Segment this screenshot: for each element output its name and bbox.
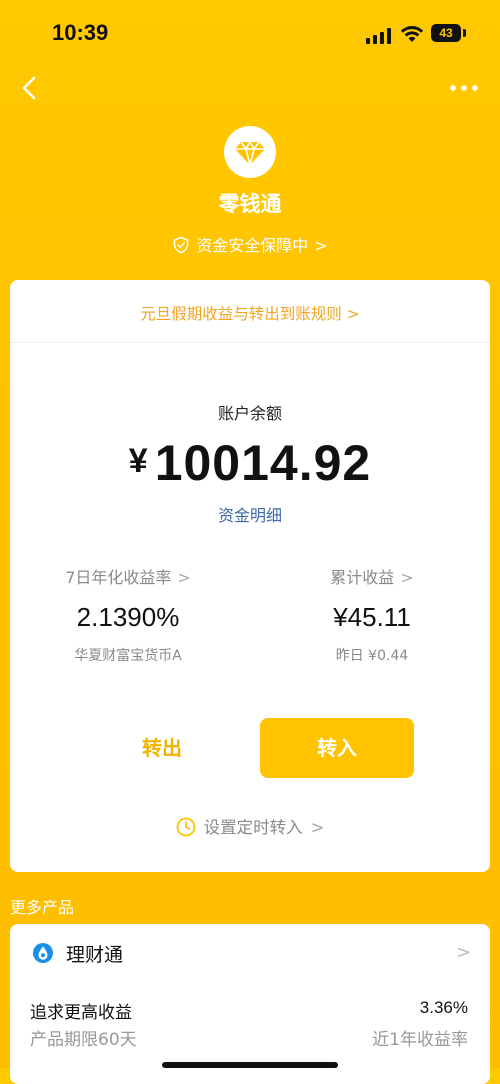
home-indicator[interactable] <box>162 1062 338 1068</box>
safety-text: 资金安全保障中 <box>196 236 309 255</box>
product-card[interactable]: 理财通 > 追求更高收益 3.36% 产品期限60天 近1年收益率 <box>10 924 490 1084</box>
yesterday-earnings: 昨日 ¥0.44 <box>335 648 409 664</box>
fund-details-link[interactable]: 资金明细 <box>10 502 490 526</box>
more-dots-icon[interactable] <box>448 82 480 94</box>
status-bar: 10:39 43 <box>0 0 500 66</box>
battery-tip <box>463 29 466 37</box>
licaitong-icon <box>33 943 53 963</box>
safety-guarantee-link[interactable]: 资金安全保障中 > <box>0 232 500 256</box>
earnings-label-row: 累计收益 > <box>272 564 472 588</box>
chevron-right-icon: > <box>456 942 472 963</box>
chevron-right-icon: > <box>177 568 191 587</box>
yield-stat[interactable]: 7日年化收益率 > 2.1390% 华夏财富宝货币A <box>28 564 228 665</box>
holiday-rules-link[interactable]: 元旦假期收益与转出到账规则 > <box>10 302 490 324</box>
product-rate: 3.36% <box>419 998 468 1017</box>
chevron-right-icon: > <box>310 818 325 837</box>
chevron-right-icon: > <box>400 568 414 587</box>
shield-icon <box>174 236 189 254</box>
currency-symbol: ¥ <box>128 442 149 480</box>
transfer-out-button[interactable]: 转出 <box>80 718 244 778</box>
battery-icon: 43 <box>431 24 461 42</box>
page-title: 零钱通 <box>218 192 282 216</box>
balance-amount: ¥10014.92 <box>10 434 490 492</box>
account-card: 元旦假期收益与转出到账规则 > 账户余额 ¥10014.92 资金明细 7日年化… <box>10 280 490 872</box>
product-name: 理财通 <box>66 944 124 966</box>
chevron-right-icon: > <box>314 236 328 255</box>
cellular-signal-icon <box>366 28 391 44</box>
clock-icon <box>176 817 195 837</box>
yield-label: 7日年化收益率 <box>65 568 172 587</box>
yield-label-row: 7日年化收益率 > <box>28 564 228 588</box>
divider <box>10 342 490 343</box>
fund-name: 华夏财富宝货币A <box>74 648 182 664</box>
back-arrow-icon[interactable] <box>16 74 44 102</box>
product-rate-label: 近1年收益率 <box>372 1030 468 1050</box>
more-products-heading: 更多产品 <box>10 898 75 917</box>
transfer-in-button[interactable]: 转入 <box>260 718 414 778</box>
balance-value: 10014.92 <box>154 435 372 491</box>
scheduled-transfer-link[interactable]: 设置定时转入 > <box>10 814 490 838</box>
earnings-value: ¥45.11 <box>333 602 411 632</box>
scheduled-transfer-label: 设置定时转入 <box>203 818 303 837</box>
diamond-icon <box>224 126 276 178</box>
balance-label: 账户余额 <box>217 404 282 423</box>
yield-value: 2.1390% <box>76 602 180 632</box>
status-time: 10:39 <box>52 20 109 45</box>
earnings-stat[interactable]: 累计收益 > ¥45.11 昨日 ¥0.44 <box>272 564 472 665</box>
wifi-icon <box>400 26 424 42</box>
product-description: 追求更高收益 <box>30 1003 132 1023</box>
product-term: 产品期限60天 <box>30 1030 137 1050</box>
earnings-label: 累计收益 <box>330 568 395 587</box>
